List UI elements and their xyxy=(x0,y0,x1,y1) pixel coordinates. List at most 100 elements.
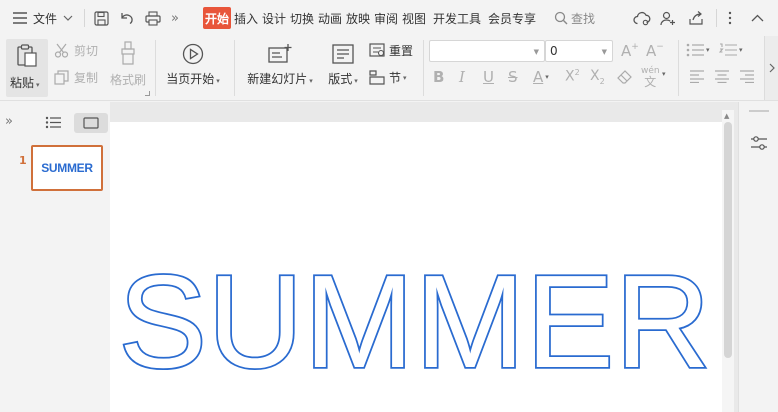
pinyin-button[interactable]: wén 文 xyxy=(641,67,660,89)
bold-button[interactable]: B xyxy=(433,68,444,86)
cut-button[interactable]: 剪切 xyxy=(54,42,98,59)
align-right-button[interactable] xyxy=(739,70,755,83)
paintbrush-icon xyxy=(120,41,136,65)
new-slide-button[interactable]: 新建幻灯片 ▾ xyxy=(243,39,317,97)
undo-button[interactable] xyxy=(119,0,134,36)
chevron-down-icon: ▼ xyxy=(601,48,607,56)
bullets-button[interactable]: ▾ xyxy=(686,43,710,57)
slide-thumbnail[interactable]: SUMMER xyxy=(31,145,103,191)
cloud-sync-button[interactable] xyxy=(633,0,651,36)
ribbon-scroll-right-button[interactable] xyxy=(764,36,778,100)
more-options-button[interactable] xyxy=(728,0,732,36)
cloud-icon xyxy=(633,11,651,26)
file-menu-label: 文件 xyxy=(33,11,58,26)
slide-view-icon xyxy=(83,117,99,129)
format-painter-button[interactable]: 格式刷 xyxy=(108,39,148,97)
slide-canvas[interactable]: SUMMER xyxy=(110,122,722,412)
scissors-icon xyxy=(54,43,69,58)
tab-member[interactable]: 会员专享 xyxy=(486,7,538,29)
bold-icon: B xyxy=(433,68,445,86)
italic-button[interactable]: I xyxy=(459,68,465,86)
slide-number: 1 xyxy=(19,154,27,167)
tab-view[interactable]: 视图 xyxy=(401,7,427,29)
outline-view-button[interactable] xyxy=(45,116,61,132)
increase-font-button[interactable]: A+ xyxy=(621,42,639,60)
ribbon-divider xyxy=(678,40,679,96)
copy-icon xyxy=(54,70,69,85)
subscript-button[interactable]: X2 xyxy=(590,68,605,86)
slide-thumbnail-text: SUMMER xyxy=(41,161,93,175)
layout-button[interactable]: 版式 ▾ xyxy=(324,39,362,97)
search-label: 查找 xyxy=(571,11,596,26)
tab-developer[interactable]: 开发工具 xyxy=(431,7,483,29)
chevron-down-icon xyxy=(63,15,73,21)
align-left-button[interactable] xyxy=(689,70,705,83)
chevron-down-icon: ▾ xyxy=(662,70,666,78)
scroll-up-icon[interactable]: ▲ xyxy=(724,112,729,120)
tab-slideshow[interactable]: 放映 xyxy=(345,7,371,29)
slide-title-text[interactable]: SUMMER xyxy=(117,246,712,397)
clipboard-dialog-launcher[interactable] xyxy=(145,91,150,96)
font-color-button[interactable]: A ▾ xyxy=(533,68,549,86)
paste-button[interactable]: 粘贴 ▾ xyxy=(6,39,48,97)
tab-review[interactable]: 审阅 xyxy=(373,7,399,29)
menu-divider xyxy=(84,9,85,27)
scrollbar-thumb[interactable] xyxy=(724,122,732,358)
expand-panel-icon[interactable]: » xyxy=(5,114,13,129)
print-button[interactable] xyxy=(145,0,161,36)
save-icon xyxy=(94,10,109,26)
underline-button[interactable]: U xyxy=(483,68,494,86)
cut-label: 剪切 xyxy=(74,44,99,58)
font-name-select[interactable]: ▼ xyxy=(429,40,545,62)
menu-bar: 文件 » 开始 插入 设计 切换 动画 放映 审阅 视图 开发工具 会员专享 查… xyxy=(0,0,778,36)
section-icon xyxy=(369,70,385,85)
tab-insert[interactable]: 插入 xyxy=(233,7,259,29)
slide-view-button[interactable] xyxy=(74,113,108,133)
tab-animations[interactable]: 动画 xyxy=(317,7,343,29)
vertical-scrollbar[interactable]: ▲ xyxy=(722,110,734,412)
slide-title-graphic: SUMMER xyxy=(117,246,712,397)
font-color-icon: A xyxy=(533,68,544,86)
ribbon: 粘贴 ▾ 剪切 复制 格式刷 当页开始 ▾ 新建幻灯片 ▾ 版式 ▾ 重置 节 … xyxy=(0,36,778,101)
chevron-down-icon: ▼ xyxy=(533,48,539,56)
decrease-font-button[interactable]: A− xyxy=(646,42,664,60)
file-menu[interactable]: 文件 xyxy=(13,0,73,36)
bulleted-list-icon xyxy=(686,43,704,57)
underline-icon: U xyxy=(483,68,494,86)
numbered-list-icon xyxy=(719,43,737,57)
format-painter-label: 格式刷 xyxy=(109,73,146,87)
tab-home[interactable]: 开始 xyxy=(203,7,231,29)
search-button[interactable]: 查找 xyxy=(554,0,595,36)
superscript-button[interactable]: X2 xyxy=(565,68,580,85)
share-icon xyxy=(688,10,704,26)
layout-label: 版式 xyxy=(328,72,353,86)
italic-icon: I xyxy=(459,68,465,86)
new-slide-icon xyxy=(268,43,292,65)
copy-button[interactable]: 复制 xyxy=(54,69,98,86)
collapse-ribbon-button[interactable] xyxy=(751,0,764,36)
ribbon-divider xyxy=(423,40,424,96)
ribbon-divider xyxy=(234,40,235,96)
subscript-icon: X2 xyxy=(590,68,605,86)
save-button[interactable] xyxy=(94,0,109,36)
pinyin-dropdown[interactable]: ▾ xyxy=(660,70,666,78)
numbering-button[interactable]: ▾ xyxy=(719,43,743,57)
strikethrough-icon: S xyxy=(508,68,518,86)
strikethrough-button[interactable]: S xyxy=(508,68,518,86)
outline-list-icon xyxy=(45,116,61,129)
reset-button[interactable]: 重置 xyxy=(369,42,413,59)
undo-icon xyxy=(119,11,134,26)
play-from-current-button[interactable]: 当页开始 ▾ xyxy=(162,39,224,97)
pinyin-char-icon: 文 xyxy=(644,75,657,89)
font-size-select[interactable]: 0 ▼ xyxy=(545,40,613,62)
more-quick-access-icon[interactable]: » xyxy=(171,0,179,36)
sidebar-grip xyxy=(749,110,769,112)
align-center-button[interactable] xyxy=(714,70,730,83)
clear-format-button[interactable] xyxy=(617,70,633,84)
share-button[interactable] xyxy=(688,0,704,36)
property-panel-button[interactable] xyxy=(750,135,768,154)
tab-design[interactable]: 设计 xyxy=(261,7,287,29)
tab-transitions[interactable]: 切换 xyxy=(289,7,315,29)
section-button[interactable]: 节 ▾ xyxy=(369,69,407,86)
collaborate-button[interactable] xyxy=(660,0,676,36)
